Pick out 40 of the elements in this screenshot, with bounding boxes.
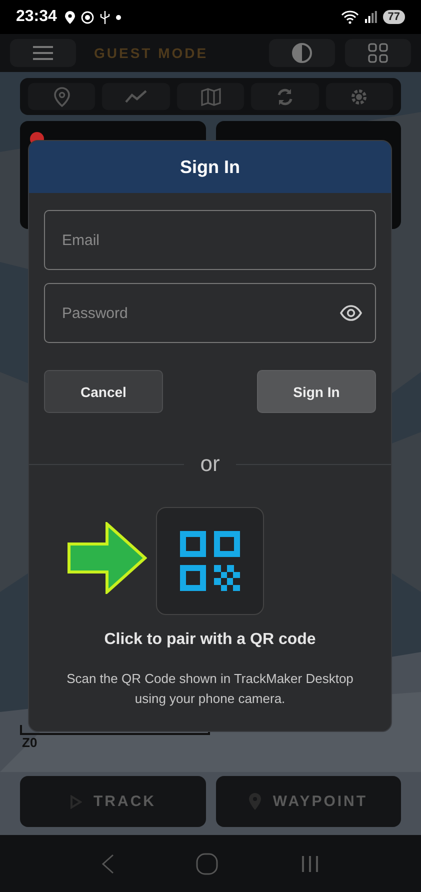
qr-pair-title: Click to pair with a QR code	[104, 631, 316, 649]
contrast-icon	[292, 43, 312, 63]
grid-icon	[368, 43, 388, 63]
dot-icon	[116, 14, 121, 20]
email-field[interactable]: Email	[44, 210, 376, 270]
theme-button[interactable]	[269, 39, 335, 67]
apps-button[interactable]	[345, 39, 411, 67]
settings-tool-button[interactable]	[326, 83, 394, 110]
cancel-button[interactable]: Cancel	[44, 370, 163, 413]
recents-icon[interactable]	[300, 854, 320, 872]
divider-text: or	[200, 451, 220, 477]
password-field[interactable]: Password	[44, 283, 376, 343]
menu-button[interactable]	[10, 39, 76, 67]
sign-in-button[interactable]: Sign In	[257, 370, 376, 413]
qr-pair-description: Scan the QR Code shown in TrackMaker Desktop using your phone camera.	[66, 670, 354, 708]
chart-tool-button[interactable]	[102, 83, 170, 110]
qr-code-icon	[180, 531, 240, 591]
map-icon	[200, 88, 221, 106]
qr-pair-button[interactable]	[156, 507, 264, 615]
dialog-title: Sign In	[180, 156, 240, 178]
wifi-icon	[340, 10, 359, 24]
sync-icon	[276, 86, 294, 106]
back-icon[interactable]	[100, 854, 115, 874]
home-icon[interactable]	[196, 852, 218, 874]
eye-icon[interactable]	[340, 305, 362, 321]
arrow-icon	[67, 522, 147, 594]
battery-indicator: 77	[382, 10, 405, 24]
zoom-label: Z0	[22, 735, 38, 750]
map-tool-button[interactable]	[176, 83, 244, 110]
menu-icon	[32, 45, 54, 61]
status-time: 23:34	[16, 8, 57, 26]
trend-icon	[125, 90, 148, 104]
signal-icon	[364, 11, 377, 23]
location-icon	[64, 10, 75, 24]
pin-icon	[54, 86, 70, 106]
usb-icon	[100, 10, 110, 24]
mode-label: GUEST MODE	[94, 45, 208, 61]
settings-icon	[349, 86, 370, 106]
sync-tool-button[interactable]	[251, 83, 319, 110]
pin-tool-button[interactable]	[28, 83, 96, 110]
